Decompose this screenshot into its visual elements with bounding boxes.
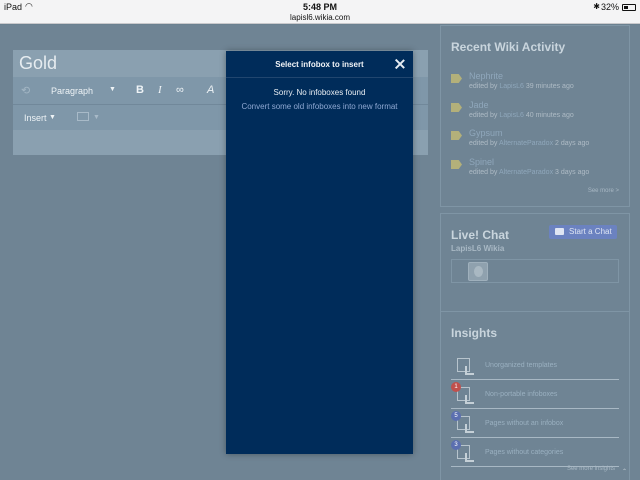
chevron-down-icon: ▼ [93,114,100,121]
chat-wiki-name: LapisL6 Wikia [451,244,505,253]
start-chat-button[interactable]: Start a Chat [549,225,617,239]
activity-item: Nephrite edited by LapisL6 39 minutes ag… [451,71,621,93]
close-icon[interactable] [393,57,407,71]
insert-menu[interactable]: Insert [24,113,47,123]
activity-page-link[interactable]: Spinel [469,157,494,167]
insight-label: Pages without categories [485,449,564,456]
ios-status-bar: iPad ◠ 5:48 PM lapisl6.wikia.com ✱ 32% [0,0,640,24]
chat-users-box [451,259,619,283]
dialog-header: Select infobox to insert [226,51,413,78]
page-title: Gold [19,53,58,73]
count-badge: 5 [451,411,461,421]
italic-button[interactable]: I [158,84,162,96]
chat-module: Live! Chat LapisL6 Wikia Start a Chat [440,213,630,318]
infobox-insert-dialog: Select infobox to insert Sorry. No infob… [226,51,413,454]
see-more-link[interactable]: See more > [588,188,619,194]
dialog-title: Select infobox to insert [275,60,364,69]
user-link[interactable]: AlternateParadox [499,169,553,176]
chart-icon [457,358,474,375]
bold-button[interactable]: B [136,84,144,96]
module-title: Insights [451,326,498,340]
paragraph-format-dropdown[interactable]: Paragraph [51,86,93,96]
convert-infoboxes-link[interactable]: Convert some old infoboxes into new form… [226,102,413,111]
link-icon[interactable]: ∞ [176,84,184,96]
insight-item[interactable]: 1 Non-portable infoboxes [451,382,619,409]
insight-label: Unorganized templates [485,362,557,369]
chat-bubble-icon [555,228,564,235]
text-style-icon[interactable]: A [207,84,214,96]
tag-icon [451,131,462,140]
activity-page-link[interactable]: Jade [469,100,489,110]
insight-label: Non-portable infoboxes [485,391,558,398]
activity-page-link[interactable]: Nephrite [469,71,503,81]
insight-item[interactable]: 3 Pages without categories [451,440,619,467]
scroll-top-icon[interactable]: ⌃ [622,468,627,475]
module-title: Recent Wiki Activity [451,40,566,54]
activity-item: Jade edited by LapisL6 40 minutes ago [451,100,621,122]
start-chat-label: Start a Chat [569,227,612,236]
insight-item[interactable]: Unorganized templates [451,353,619,380]
recent-activity-module: Recent Wiki Activity Nephrite edited by … [440,25,630,207]
bluetooth-icon: ✱ [593,2,600,11]
user-link[interactable]: LapisL6 [499,112,524,119]
tag-icon [451,74,462,83]
activity-meta: edited by LapisL6 40 minutes ago [469,112,574,119]
activity-item: Spinel edited by AlternateParadox 3 days… [451,157,621,179]
see-more-insights-link[interactable]: See more insights [567,466,615,472]
clock: 5:48 PM [302,2,337,12]
chevron-down-icon: ▼ [49,114,56,121]
activity-item: Gypsum edited by AlternateParadox 2 days… [451,128,621,150]
insights-module: Insights Unorganized templates 1 Non-por… [440,311,630,480]
activity-meta: edited by AlternateParadox 2 days ago [469,140,590,147]
avatar[interactable] [468,262,488,281]
activity-meta: edited by AlternateParadox 3 days ago [469,169,590,176]
tag-icon [451,160,462,169]
chevron-down-icon: ▼ [109,86,116,93]
module-title: Live! Chat [451,228,510,242]
empty-message: Sorry. No infoboxes found [273,88,366,97]
user-link[interactable]: LapisL6 [499,83,524,90]
insight-item[interactable]: 5 Pages without an infobox [451,411,619,438]
activity-page-link[interactable]: Gypsum [469,128,503,138]
insight-label: Pages without an infobox [485,420,564,427]
address-bar[interactable]: lapisl6.wikia.com [0,13,640,22]
activity-meta: edited by LapisL6 39 minutes ago [469,83,574,90]
user-link[interactable]: AlternateParadox [499,140,553,147]
undo-icon[interactable]: ⟲ [21,84,30,97]
table-icon[interactable] [77,112,89,121]
tag-icon [451,103,462,112]
battery-percent: 32% [600,2,619,12]
count-badge: 1 [451,382,461,392]
battery-icon [622,4,636,11]
count-badge: 3 [451,440,461,450]
